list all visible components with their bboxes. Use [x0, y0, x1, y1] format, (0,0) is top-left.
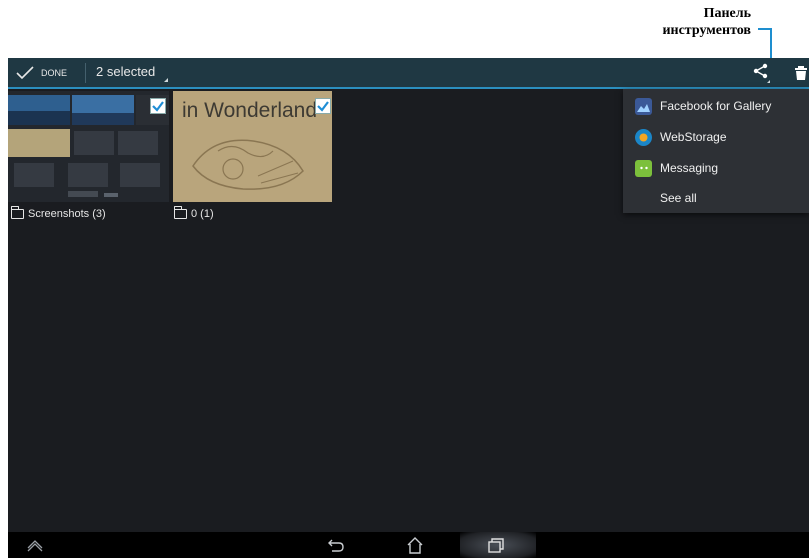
messaging-icon [635, 159, 652, 177]
share-icon[interactable] [752, 62, 772, 84]
toolbar-callout-label: Панель инструментов [591, 5, 751, 39]
facebook-gallery-icon [635, 97, 652, 115]
webstorage-icon [635, 128, 652, 146]
menu-item-label: Messaging [660, 161, 719, 175]
recent-apps-icon[interactable] [486, 537, 506, 558]
album-name: Screenshots (3) [28, 208, 106, 220]
album-thumbnail-screenshots[interactable] [8, 91, 169, 202]
selected-checkbox-icon[interactable] [150, 98, 166, 114]
device-screen: DONE 2 selected Screenshots (3) in Wonde… [8, 58, 809, 558]
thumbnail-caption: in Wonderland [182, 99, 318, 122]
home-icon[interactable] [405, 536, 425, 559]
screenshot-collage-image [8, 91, 169, 202]
menu-item-label: Facebook for Gallery [660, 99, 772, 113]
album-label-0: 0 (1) [173, 206, 214, 220]
up-arrow-icon[interactable] [26, 538, 44, 557]
album-label-screenshots: Screenshots (3) [10, 206, 106, 220]
selected-checkbox-icon[interactable] [315, 98, 331, 114]
trash-icon[interactable] [794, 63, 808, 83]
action-bar: DONE 2 selected [8, 58, 809, 89]
system-navigation-bar [8, 532, 809, 558]
callout-connector-vertical [770, 28, 772, 58]
callout-line-1: Панель [703, 6, 751, 21]
menu-item-label: WebStorage [660, 130, 727, 144]
menu-item-label: See all [660, 191, 697, 205]
done-button[interactable]: DONE [16, 62, 67, 84]
menu-item-see-all[interactable]: See all [660, 183, 697, 213]
selection-count-dropdown[interactable]: 2 selected [96, 64, 155, 79]
share-menu: Facebook for Gallery WebStorage Messagin… [623, 89, 809, 213]
folder-icon [10, 206, 24, 219]
check-icon [16, 66, 34, 80]
folder-icon [173, 206, 187, 219]
callout-line-2: инструментов [662, 23, 751, 38]
done-label: DONE [41, 68, 68, 78]
back-icon[interactable] [326, 537, 346, 558]
menu-item-messaging[interactable]: Messaging [635, 153, 718, 183]
menu-item-facebook-gallery[interactable]: Facebook for Gallery [635, 91, 771, 121]
dropdown-corner-icon [164, 78, 168, 82]
divider [85, 63, 86, 83]
album-name: 0 (1) [191, 208, 214, 220]
menu-item-webstorage[interactable]: WebStorage [635, 122, 727, 152]
album-thumbnail-0[interactable]: in Wonderland [173, 91, 332, 202]
